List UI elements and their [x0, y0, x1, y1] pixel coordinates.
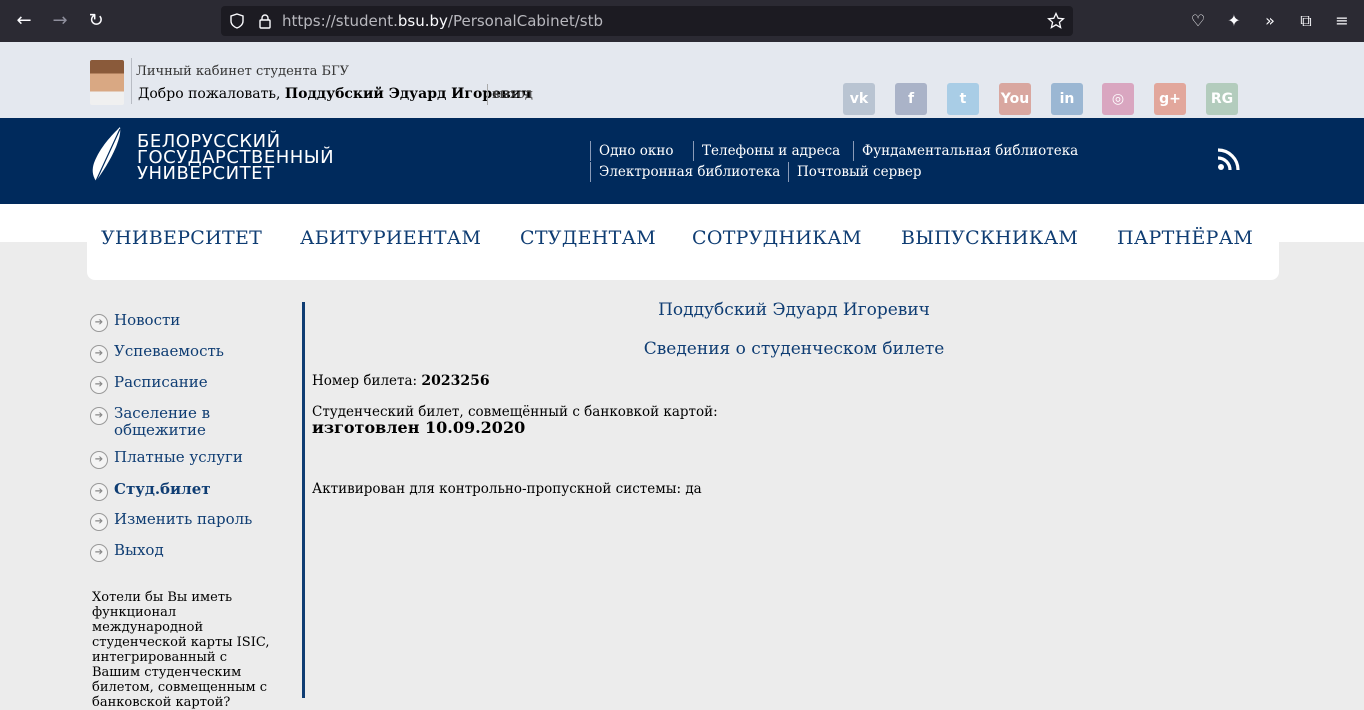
header-link-mail-server[interactable]: Почтовый сервер	[797, 164, 921, 180]
arrow-right-icon: ➔	[90, 544, 108, 562]
back-icon[interactable]: ←	[12, 9, 36, 33]
header-link-fundamental-library[interactable]: Фундаментальная библиотека	[862, 143, 1078, 159]
forward-icon[interactable]: →	[48, 9, 72, 33]
header-link-electronic-library[interactable]: Электронная библиотека	[599, 164, 780, 180]
nav-university[interactable]: УНИВЕРСИТЕТ	[101, 227, 262, 249]
arrow-right-icon: ➔	[90, 407, 108, 425]
url-text: https://student.bsu.by/PersonalCabinet/s…	[282, 12, 603, 30]
lock-icon	[259, 14, 271, 29]
isic-promo-text: Хотели бы Вы иметь функционал международ…	[92, 590, 270, 710]
ticket-number-label: Номер билета:	[312, 373, 418, 389]
section-title: Сведения о студенческом билете	[643, 339, 945, 359]
arrow-right-icon: ➔	[90, 451, 108, 469]
divider	[487, 84, 488, 105]
shield-icon	[230, 13, 244, 29]
pocket-icon[interactable]: ♡	[1186, 9, 1210, 33]
cabinet-title: Личный кабинет студента БГУ	[136, 64, 350, 79]
feather-logo-icon[interactable]	[90, 125, 124, 185]
bank-card-status: изготовлен 10.09.2020	[312, 418, 526, 437]
main-nav	[87, 204, 1279, 280]
divider	[590, 141, 591, 161]
address-bar[interactable]: https://student.bsu.by/PersonalCabinet/s…	[221, 6, 1073, 36]
ticket-number-line: Номер билета: 2023256	[312, 373, 490, 389]
divider	[590, 162, 591, 182]
nav-partners[interactable]: ПАРТНЁРАМ	[1117, 227, 1253, 249]
access-control-value: да	[685, 481, 702, 497]
sidebar-item-label: Изменить пароль	[114, 510, 253, 528]
arrow-right-icon: ➔	[90, 483, 108, 501]
avatar	[90, 60, 124, 105]
arrow-right-icon: ➔	[90, 314, 108, 332]
logo-line: УНИВЕРСИТЕТ	[137, 163, 275, 184]
access-control-line: Активирован для контрольно-пропускной си…	[312, 481, 702, 497]
welcome-prefix: Добро пожаловать,	[138, 86, 281, 102]
extensions-puzzle-icon[interactable]: ⧉	[1294, 9, 1318, 33]
youtube-icon[interactable]: You	[999, 83, 1031, 115]
welcome-text: Добро пожаловать, Поддубский Эдуард Игор…	[138, 86, 531, 102]
divider	[693, 141, 694, 161]
bookmark-star-icon[interactable]	[1047, 12, 1065, 30]
twitter-icon[interactable]: t	[947, 83, 979, 115]
sidebar-item-label: Студ.билет	[114, 480, 211, 498]
facebook-icon[interactable]: f	[895, 83, 927, 115]
arrow-right-icon: ➔	[90, 345, 108, 363]
logout-link[interactable]: выход	[492, 87, 533, 102]
nav-staff[interactable]: СОТРУДНИКАМ	[692, 227, 862, 249]
header-link-phones[interactable]: Телефоны и адреса	[702, 143, 840, 159]
arrow-right-icon: ➔	[90, 376, 108, 394]
rss-icon[interactable]	[1216, 146, 1242, 172]
student-name-heading: Поддубский Эдуард Игоревич	[658, 300, 930, 320]
nav-graduates[interactable]: ВЫПУСКНИКАМ	[901, 227, 1078, 249]
extension-icon[interactable]: ✦	[1222, 9, 1246, 33]
header-link-one-window[interactable]: Одно окно	[599, 143, 674, 159]
content-divider	[302, 302, 305, 698]
divider	[131, 58, 132, 104]
sidebar-item-label: Платные услуги	[114, 448, 243, 466]
instagram-icon[interactable]: ◎	[1102, 83, 1134, 115]
divider	[853, 141, 854, 161]
overflow-chevron-icon[interactable]: »	[1258, 9, 1282, 33]
ticket-number-value: 2023256	[421, 373, 490, 389]
linkedin-icon[interactable]: in	[1051, 83, 1083, 115]
sidebar-item-label: Заселение в общежитие	[114, 404, 211, 439]
google-plus-icon[interactable]: g+	[1154, 83, 1186, 115]
university-logo-text[interactable]: БЕЛОРУССКИЙ ГОСУДАРСТВЕННЫЙ УНИВЕРСИТЕТ	[137, 133, 334, 184]
reload-icon[interactable]: ↻	[84, 9, 108, 33]
nav-students[interactable]: СТУДЕНТАМ	[520, 227, 656, 249]
sidebar-item-label: Успеваемость	[114, 342, 224, 360]
sidebar-item-label: Выход	[114, 541, 164, 559]
vk-icon[interactable]: vk	[843, 83, 875, 115]
divider	[788, 162, 789, 182]
access-control-label: Активирован для контрольно-пропускной си…	[312, 481, 682, 497]
sidebar-item-label: Расписание	[114, 373, 208, 391]
sidebar-item-label: Новости	[114, 311, 181, 329]
hamburger-menu-icon[interactable]: ≡	[1330, 9, 1354, 33]
nav-applicants[interactable]: АБИТУРИЕНТАМ	[300, 227, 481, 249]
arrow-right-icon: ➔	[90, 513, 108, 531]
researchgate-icon[interactable]: RG	[1206, 83, 1238, 115]
